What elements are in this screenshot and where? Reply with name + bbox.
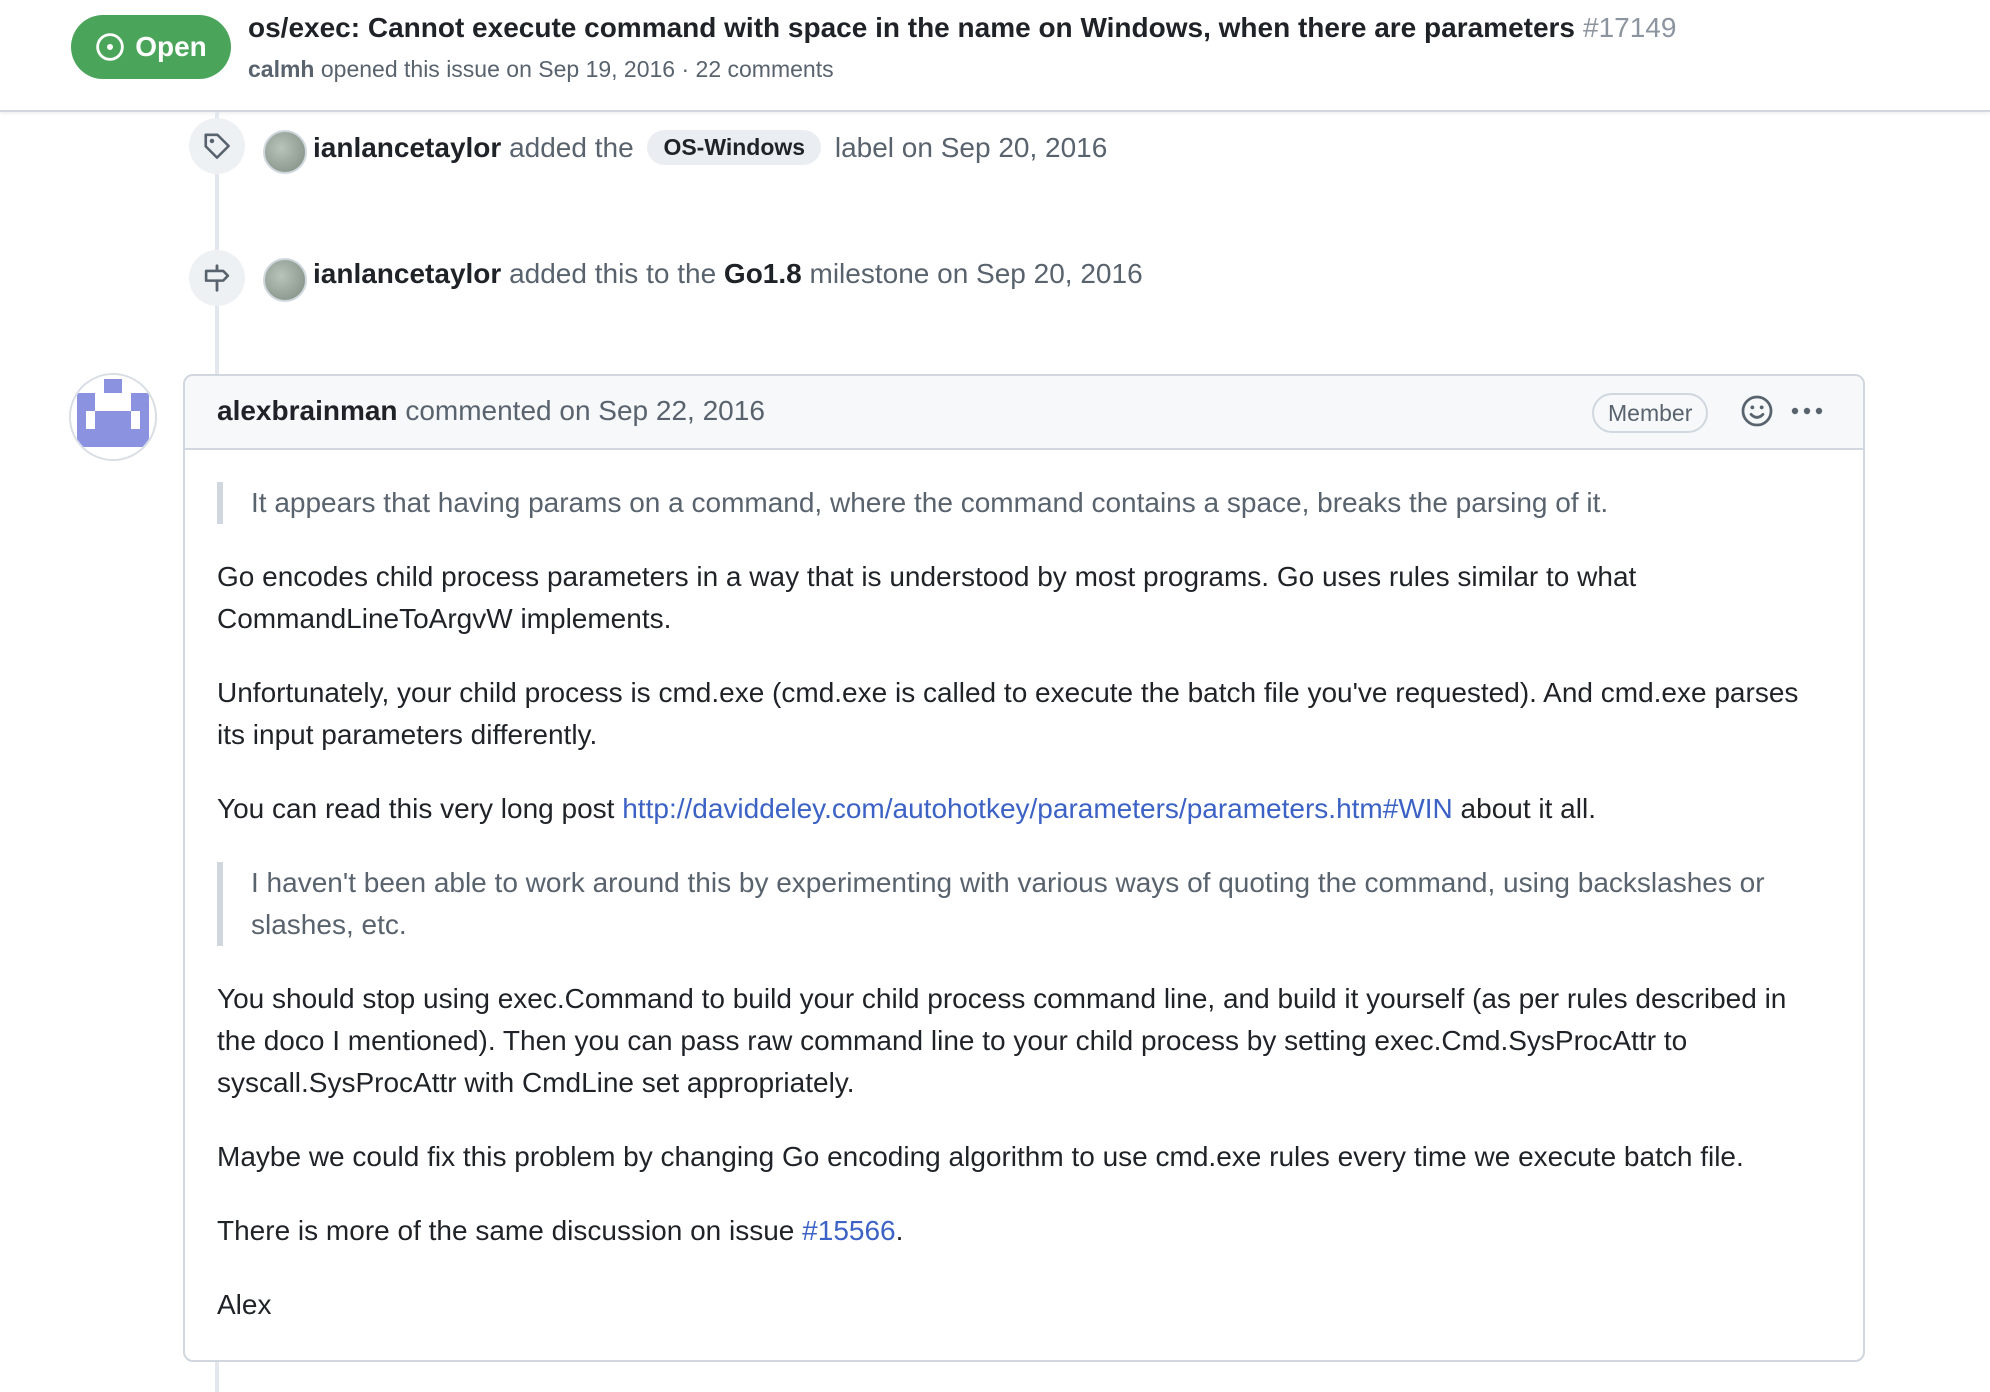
issue-number: #17149 bbox=[1583, 12, 1677, 43]
issue-state-label: Open bbox=[135, 31, 207, 62]
milestone-icon bbox=[204, 264, 230, 292]
event-actor-link[interactable]: ianlancetaylor bbox=[313, 258, 501, 289]
issue-meta: calmh opened this issue on Sep 19, 2016 … bbox=[248, 56, 834, 83]
label-pill[interactable]: OS-Windows bbox=[647, 130, 822, 165]
tag-icon bbox=[204, 133, 230, 159]
comment-box: alexbrainman commented on Sep 22, 2016 M… bbox=[183, 374, 1865, 1362]
event-action-text: added this to the bbox=[509, 258, 717, 289]
event-action-text: added the bbox=[509, 132, 634, 163]
timeline-event-label: ianlancetaylor added the OS-Windows labe… bbox=[313, 130, 1107, 165]
paragraph-text: about it all. bbox=[1460, 793, 1596, 824]
issue-author-link[interactable]: calmh bbox=[248, 56, 314, 82]
comment-paragraph: Maybe we could fix this problem by chang… bbox=[217, 1141, 1744, 1172]
avatar[interactable] bbox=[263, 258, 307, 302]
comment-paragraph: Unfortunately, your child process is cmd… bbox=[217, 677, 1799, 750]
comment-paragraph: Go encodes child process parameters in a… bbox=[217, 561, 1637, 634]
comment-header: alexbrainman commented on Sep 22, 2016 M… bbox=[185, 376, 1863, 450]
identicon-avatar bbox=[71, 375, 155, 459]
comment-author-line: alexbrainman commented on Sep 22, 2016 bbox=[217, 395, 765, 427]
comment-signature: Alex bbox=[217, 1289, 272, 1320]
smiley-icon[interactable] bbox=[1740, 394, 1774, 428]
event-suffix-text: milestone on Sep 20, 2016 bbox=[809, 258, 1143, 289]
blockquote: I haven't been able to work around this … bbox=[217, 862, 1833, 946]
issue-opened-icon bbox=[96, 33, 124, 61]
paragraph-text: You can read this very long post bbox=[217, 793, 615, 824]
blockquote: It appears that having params on a comma… bbox=[217, 482, 1833, 524]
comment-author-link[interactable]: alexbrainman bbox=[217, 395, 398, 426]
member-badge: Member bbox=[1592, 393, 1709, 433]
avatar[interactable] bbox=[263, 130, 307, 174]
external-link[interactable]: http://daviddeley.com/autohotkey/paramet… bbox=[622, 793, 1453, 824]
paragraph-text: There is more of the same discussion on … bbox=[217, 1215, 795, 1246]
comment-author-avatar[interactable] bbox=[69, 373, 157, 461]
issue-title-text[interactable]: os/exec: Cannot execute command with spa… bbox=[248, 12, 1575, 43]
milestone-link[interactable]: Go1.8 bbox=[724, 258, 802, 289]
comment-timestamp[interactable]: commented on Sep 22, 2016 bbox=[405, 395, 765, 426]
issue-state-badge: Open bbox=[71, 15, 231, 79]
paragraph-text: . bbox=[895, 1215, 904, 1246]
comment-paragraph: There is more of the same discussion on … bbox=[217, 1210, 1833, 1252]
milestone-icon-badge bbox=[189, 250, 245, 306]
issue-opened-text: opened this issue on Sep 19, 2016 · 22 c… bbox=[320, 56, 834, 82]
issue-sticky-header: Open os/exec: Cannot execute command wit… bbox=[0, 0, 1990, 112]
timeline-event-milestone: ianlancetaylor added this to the Go1.8 m… bbox=[313, 258, 1143, 290]
issue-reference-link[interactable]: #15566 bbox=[802, 1215, 895, 1246]
comment-body: It appears that having params on a comma… bbox=[217, 482, 1833, 1358]
event-actor-link[interactable]: ianlancetaylor bbox=[313, 132, 501, 163]
kebab-horizontal-icon[interactable] bbox=[1787, 396, 1827, 426]
comment-paragraph: You can read this very long post http://… bbox=[217, 788, 1833, 830]
tag-icon-badge bbox=[189, 118, 245, 174]
issue-title: os/exec: Cannot execute command with spa… bbox=[248, 12, 1676, 44]
comment-paragraph: You should stop using exec.Command to bu… bbox=[217, 983, 1787, 1098]
event-suffix-text: label on Sep 20, 2016 bbox=[834, 132, 1108, 163]
